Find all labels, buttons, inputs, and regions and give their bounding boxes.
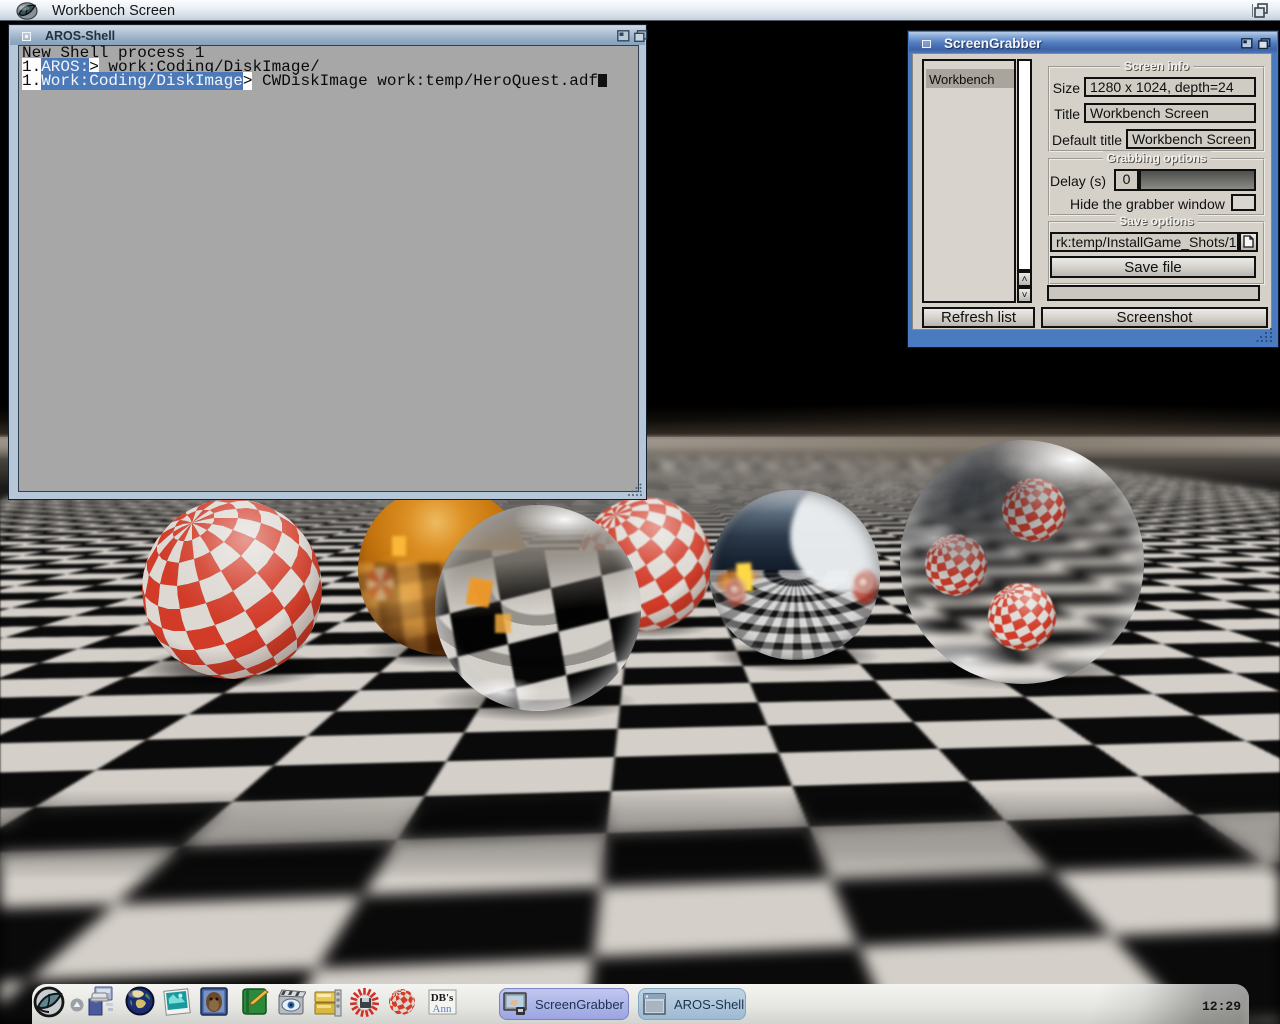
svg-text:Ann: Ann	[433, 1003, 452, 1015]
